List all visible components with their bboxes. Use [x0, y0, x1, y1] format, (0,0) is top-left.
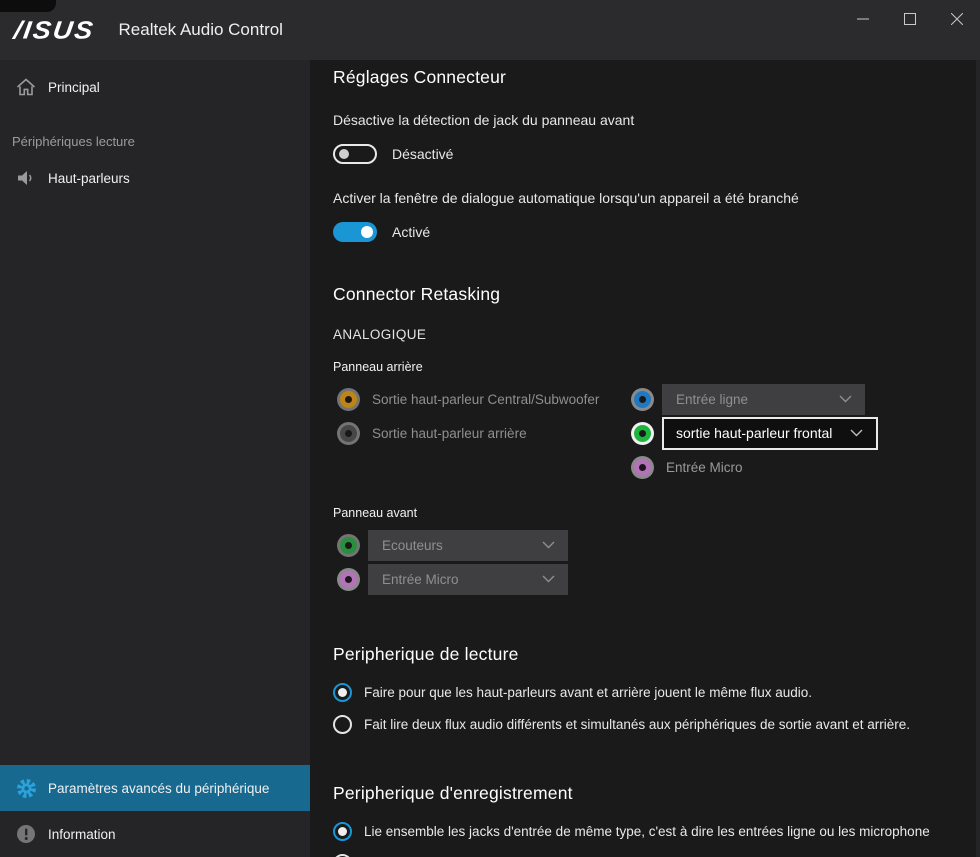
titlebar: /ISUS Realtek Audio Control	[0, 0, 980, 60]
sidebar-item-principal[interactable]: Principal	[0, 64, 310, 110]
rear-panel-fixed-column: Sortie haut-parleur Central/Subwoofer So…	[333, 382, 627, 484]
jack-row-line-in: Entrée ligne	[627, 382, 878, 416]
radio-label: Lie ensemble les jacks d'entrée de même …	[364, 824, 930, 839]
jack-label: Sortie haut-parleur Central/Subwoofer	[372, 392, 599, 407]
window-controls	[839, 0, 980, 38]
sidebar: Principal Périphériques lecture Haut-par…	[0, 60, 310, 857]
playback-option-two-streams[interactable]: Fait lire deux flux audio différents et …	[333, 711, 980, 737]
playback-option-same-stream[interactable]: Faire pour que les haut-parleurs avant e…	[333, 679, 980, 705]
close-button[interactable]	[933, 0, 980, 38]
recording-option-separate-jacks[interactable]: Sépare tous les jacks d'entrée comme des…	[333, 850, 980, 857]
jack-icon-pink	[631, 456, 654, 479]
jack-icon-gray	[337, 422, 360, 445]
chevron-down-icon	[839, 395, 852, 403]
toggle-label-jack-detection: Désactive la détection de jack du pannea…	[333, 112, 980, 128]
asus-logo: /ISUS	[12, 16, 97, 45]
rear-panel-retask-column: Entrée ligne sortie haut-parleur frontal	[627, 382, 878, 484]
chevron-down-icon	[542, 575, 555, 583]
gear-icon	[15, 778, 37, 799]
section-title-reglages-connecteur: Réglages Connecteur	[333, 67, 980, 88]
jack-icon-pink-front	[337, 568, 360, 591]
jack-detection-toggle[interactable]	[333, 144, 377, 164]
analog-subtitle: ANALOGIQUE	[333, 327, 980, 342]
jack-icon-blue	[631, 388, 654, 411]
section-title-connector-retasking: Connector Retasking	[333, 284, 980, 305]
dropdown-value: Ecouteurs	[382, 538, 542, 553]
sidebar-section-label: Périphériques lecture	[12, 134, 310, 149]
jack-row-center-subwoofer: Sortie haut-parleur Central/Subwoofer	[333, 382, 627, 416]
main-content: Réglages Connecteur Désactive la détecti…	[310, 60, 980, 857]
radio-selected-icon[interactable]	[333, 683, 352, 702]
radio-unselected-icon[interactable]	[333, 715, 352, 734]
recording-option-tie-jacks[interactable]: Lie ensemble les jacks d'entrée de même …	[333, 818, 980, 844]
radio-label: Fait lire deux flux audio différents et …	[364, 717, 910, 732]
front-panel-jacks: Ecouteurs Entrée Micro	[333, 528, 980, 596]
radio-dot	[338, 827, 347, 836]
toggle-row-jack-detection: Désactivé	[333, 144, 980, 164]
radio-unselected-icon[interactable]	[333, 854, 352, 857]
rear-panel-jacks: Sortie haut-parleur Central/Subwoofer So…	[333, 382, 980, 484]
jack-row-front-mic: Entrée Micro	[333, 562, 980, 596]
jack-row-mic-in: Entrée Micro	[627, 450, 878, 484]
jack-icon-green	[631, 422, 654, 445]
sidebar-item-haut-parleurs[interactable]: Haut-parleurs	[0, 155, 310, 201]
jack-row-front-speaker-out: sortie haut-parleur frontal	[627, 416, 878, 450]
jack-icon-orange	[337, 388, 360, 411]
jack-label: Entrée Micro	[666, 460, 743, 475]
sidebar-item-label: Information	[48, 827, 116, 842]
sidebar-item-label: Principal	[48, 80, 100, 95]
sidebar-item-information[interactable]: Information	[0, 811, 310, 857]
scrollbar-track[interactable]	[976, 60, 980, 857]
dropdown-value: Entrée Micro	[382, 572, 542, 587]
sidebar-item-label: Haut-parleurs	[48, 171, 130, 186]
toggle-state-label: Désactivé	[392, 146, 453, 162]
maximize-button[interactable]	[886, 0, 933, 38]
toggle-knob	[339, 149, 349, 159]
front-mic-dropdown[interactable]: Entrée Micro	[368, 564, 568, 595]
front-speaker-out-dropdown[interactable]: sortie haut-parleur frontal	[662, 417, 878, 450]
rear-panel-label: Panneau arrière	[333, 360, 980, 374]
jack-row-headphones: Ecouteurs	[333, 528, 980, 562]
window-corner-notch	[0, 0, 56, 12]
jack-icon-green-front	[337, 534, 360, 557]
chevron-down-icon	[850, 429, 863, 437]
headphones-dropdown[interactable]: Ecouteurs	[368, 530, 568, 561]
section-title-playback: Peripherique de lecture	[333, 644, 980, 665]
front-panel-label: Panneau avant	[333, 506, 980, 520]
chevron-down-icon	[542, 541, 555, 549]
radio-selected-icon[interactable]	[333, 822, 352, 841]
jack-row-rear-speaker: Sortie haut-parleur arrière	[333, 416, 627, 450]
app-title: Realtek Audio Control	[119, 20, 283, 40]
speaker-icon	[15, 170, 37, 186]
minimize-button[interactable]	[839, 0, 886, 38]
dropdown-value: Entrée ligne	[676, 392, 839, 407]
radio-dot	[338, 688, 347, 697]
toggle-label-auto-dialog: Activer la fenêtre de dialogue automatiq…	[333, 190, 980, 206]
sidebar-spacer	[0, 201, 310, 765]
section-title-recording: Peripherique d'enregistrement	[333, 783, 980, 804]
info-icon	[15, 824, 37, 844]
radio-label: Faire pour que les haut-parleurs avant e…	[364, 685, 812, 700]
dropdown-value: sortie haut-parleur frontal	[676, 425, 850, 441]
jack-label: Sortie haut-parleur arrière	[372, 426, 527, 441]
home-icon	[15, 78, 37, 96]
toggle-knob	[361, 226, 373, 238]
auto-dialog-toggle[interactable]	[333, 222, 377, 242]
sidebar-item-label: Paramètres avancés du périphérique	[48, 781, 269, 796]
line-in-dropdown[interactable]: Entrée ligne	[662, 384, 865, 415]
sidebar-item-parametres-avances[interactable]: Paramètres avancés du périphérique	[0, 765, 310, 811]
toggle-state-label: Activé	[392, 224, 430, 240]
toggle-row-auto-dialog: Activé	[333, 222, 980, 242]
